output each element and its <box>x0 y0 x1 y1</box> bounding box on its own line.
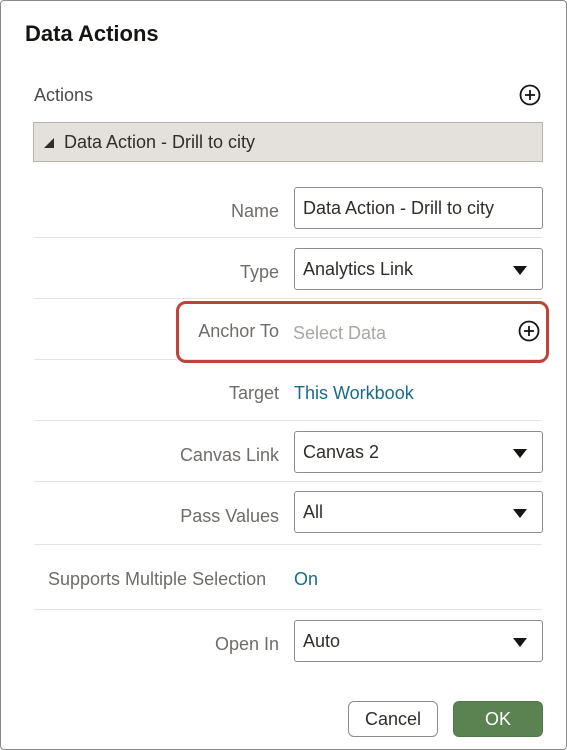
open-in-row: Open In Auto <box>34 610 543 672</box>
canvas-link-select-value: Canvas 2 <box>303 442 380 462</box>
ok-button[interactable]: OK <box>453 701 543 737</box>
open-in-select[interactable]: Auto <box>294 620 543 662</box>
supports-multiple-selection-row: Supports Multiple Selection On <box>34 545 542 610</box>
type-row: Type Analytics Link <box>34 238 543 299</box>
type-select-value: Analytics Link <box>303 259 414 279</box>
target-label: Target <box>228 383 279 403</box>
add-action-icon[interactable] <box>518 83 542 107</box>
actions-label: Actions <box>34 85 94 105</box>
type-label: Type <box>239 262 279 282</box>
target-row: Target This Workbook <box>34 360 542 421</box>
section-label: Data Action - Drill to city <box>64 132 256 152</box>
type-select[interactable]: Analytics Link <box>294 248 543 290</box>
dialog-title: Data Actions <box>25 21 159 46</box>
pass-values-select-value: All <box>303 502 324 522</box>
pass-values-select[interactable]: All <box>294 491 543 533</box>
canvas-link-row: Canvas Link Canvas 2 <box>34 421 543 482</box>
data-action-section-header[interactable]: Data Action - Drill to city <box>33 122 543 162</box>
name-field[interactable]: Data Action - Drill to city <box>294 187 543 229</box>
cancel-button[interactable]: Cancel <box>348 701 438 737</box>
chevron-down-icon <box>513 509 527 518</box>
actions-header: Actions <box>34 83 542 107</box>
target-value-link[interactable]: This Workbook <box>294 383 414 404</box>
supports-multiple-selection-label: Supports Multiple Selection <box>48 569 267 589</box>
name-label: Name <box>230 201 279 221</box>
pass-values-row: Pass Values All <box>34 482 543 545</box>
pass-values-label: Pass Values <box>180 506 279 526</box>
canvas-link-label: Canvas Link <box>179 445 279 465</box>
supports-multiple-selection-toggle[interactable]: On <box>294 569 318 590</box>
triangle-expanded-icon[interactable] <box>44 138 54 148</box>
canvas-link-select[interactable]: Canvas 2 <box>294 431 543 473</box>
name-row: Name Data Action - Drill to city <box>34 177 543 238</box>
open-in-label: Open In <box>214 634 279 654</box>
data-actions-dialog: Data Actions Actions Data Action - Drill… <box>0 0 567 750</box>
chevron-down-icon <box>513 449 527 458</box>
open-in-select-value: Auto <box>303 631 341 651</box>
anchor-to-highlight <box>176 301 549 363</box>
chevron-down-icon <box>513 638 527 647</box>
chevron-down-icon <box>513 266 527 275</box>
